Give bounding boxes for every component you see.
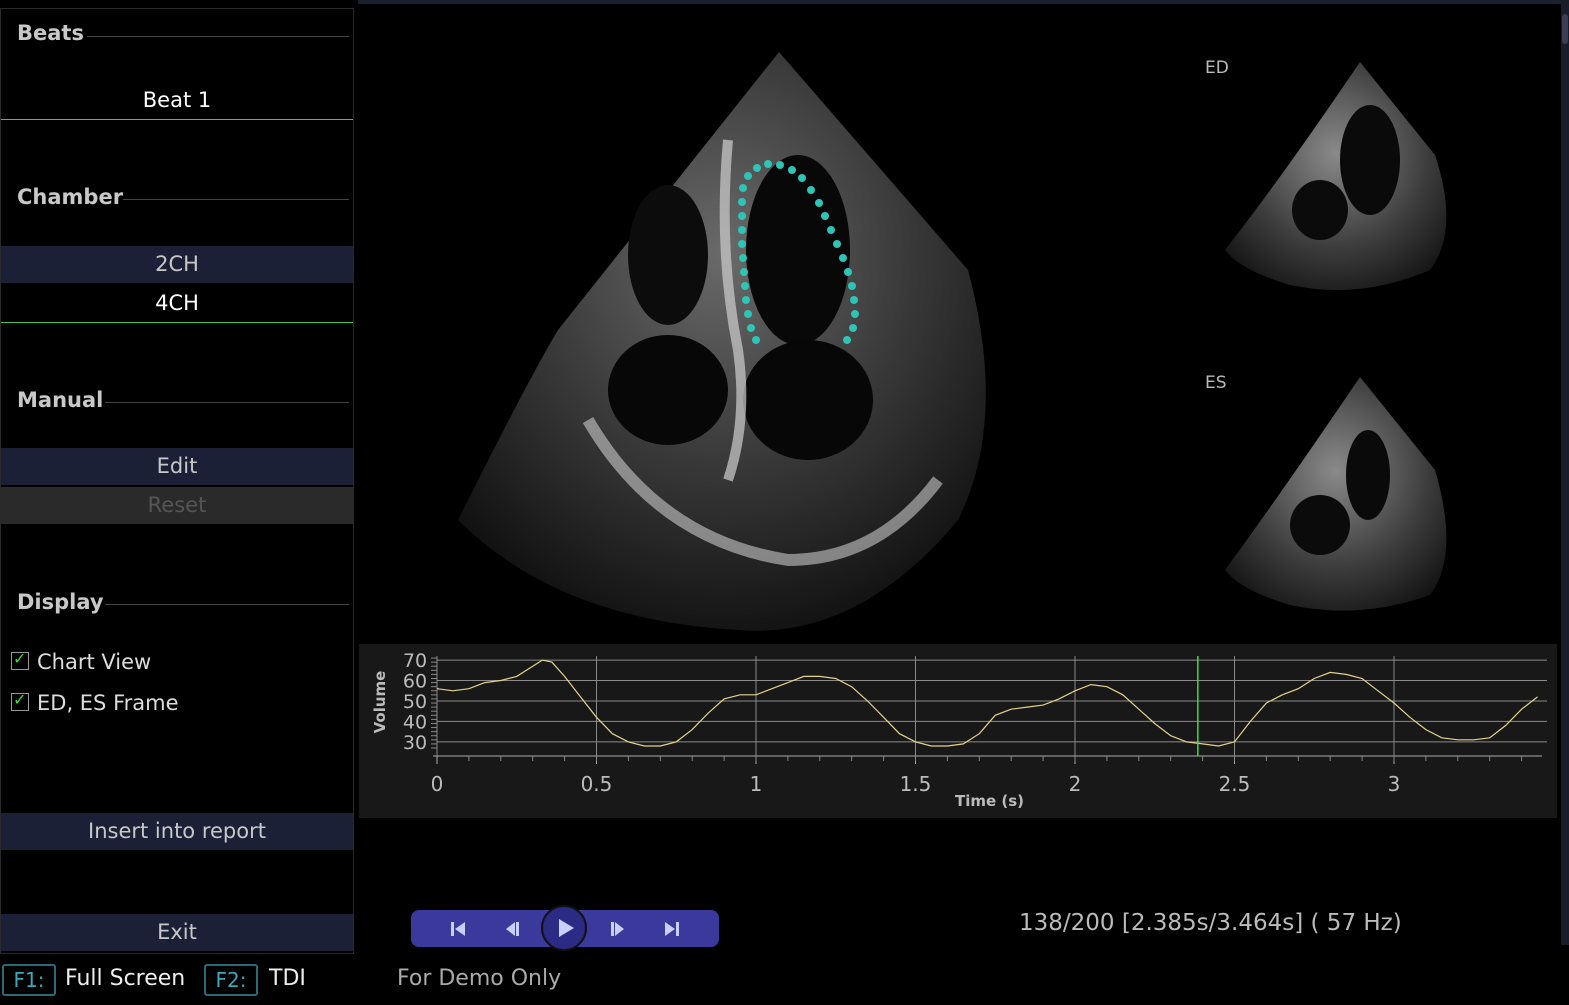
es-atrium: [1290, 495, 1350, 555]
x-tick-label: 2.5: [1219, 772, 1251, 796]
ed-sector-shape: [1225, 62, 1447, 290]
x-tick-label: 0.5: [581, 772, 613, 796]
next-frame-icon[interactable]: [607, 918, 629, 940]
chamber-4ch-option[interactable]: 4CH: [1, 285, 353, 323]
f2-key[interactable]: F2:: [204, 964, 258, 996]
chamber-section-title: Chamber: [17, 185, 124, 209]
beat-1-option[interactable]: Beat 1: [1, 82, 353, 120]
scrollbar[interactable]: [1561, 0, 1569, 945]
x-tick-label: 2: [1069, 772, 1082, 796]
y-axis-label: Volume: [371, 671, 389, 734]
insert-into-report-button[interactable]: Insert into report: [1, 813, 353, 850]
volume-chart-panel: 30 40 50 60 70 0 0.5 1 1.5 2 2.5 3 Volume Time (s): [359, 644, 1557, 818]
chart-view-label: Chart View: [37, 650, 152, 674]
x-tick-label: 1: [750, 772, 763, 796]
x-axis-label: Time (s): [955, 792, 1024, 810]
right-atrium: [608, 335, 728, 445]
beats-divider: [87, 36, 349, 37]
checkbox-checked-icon[interactable]: ✓: [11, 690, 29, 711]
ed-es-frame-checkbox[interactable]: ✓ ED, ES Frame: [11, 690, 179, 715]
play-icon: [559, 919, 574, 937]
playback-bar: [411, 905, 719, 951]
chart-view-checkbox[interactable]: ✓ Chart View: [11, 649, 152, 674]
sidebar-panel: Beats Beat 1 Chamber 2CH 4CH Manual Edit…: [0, 8, 354, 954]
ed-lv: [1340, 105, 1400, 215]
last-frame-icon[interactable]: [661, 918, 683, 940]
y-tick-label: 60: [403, 671, 427, 693]
edit-button[interactable]: Edit: [1, 448, 353, 485]
tdi-label[interactable]: TDI: [269, 966, 306, 991]
checkbox-checked-icon[interactable]: ✓: [11, 649, 29, 670]
right-ventricle: [628, 185, 708, 325]
demo-notice: For Demo Only: [397, 966, 562, 991]
x-tick-label: 3: [1388, 772, 1401, 796]
y-tick-label: 30: [403, 732, 427, 754]
full-screen-label[interactable]: Full Screen: [65, 966, 185, 991]
ed-es-frame-label: ED, ES Frame: [37, 691, 179, 715]
beats-section-title: Beats: [17, 21, 84, 45]
ed-echo-view: [1225, 62, 1447, 290]
manual-section-title: Manual: [17, 388, 104, 412]
x-tick-label: 0: [431, 772, 444, 796]
chamber-2ch-option[interactable]: 2CH: [1, 246, 353, 283]
y-tick-label: 50: [403, 691, 427, 713]
y-tick-label: 70: [403, 650, 427, 672]
es-echo-view: [1225, 377, 1447, 611]
es-lv: [1346, 430, 1390, 520]
f1-key[interactable]: F1:: [2, 964, 56, 996]
manual-divider: [105, 402, 349, 403]
chamber-divider: [123, 199, 349, 200]
x-tick-label: 1.5: [900, 772, 932, 796]
play-button[interactable]: [541, 905, 587, 951]
reset-button[interactable]: Reset: [1, 487, 353, 524]
y-tick-label: 40: [403, 711, 427, 733]
volume-chart[interactable]: 3040506070 0 0.5 1 1.5 2 2.5 3 Volume Time (s): [359, 644, 1557, 818]
previous-frame-icon[interactable]: [501, 918, 523, 940]
ed-atrium: [1292, 180, 1348, 240]
es-sector-shape: [1225, 377, 1447, 611]
left-atrium: [743, 340, 873, 460]
display-section-title: Display: [17, 590, 104, 614]
scrollbar-thumb[interactable]: [1562, 14, 1568, 44]
exit-button[interactable]: Exit: [1, 914, 353, 951]
display-divider: [105, 604, 349, 605]
first-frame-icon[interactable]: [447, 918, 469, 940]
left-ventricle: [746, 155, 850, 345]
frame-info-readout: 138/200 [2.385s/3.464s] ( 57 Hz): [1019, 910, 1402, 936]
volume-curve: [436, 659, 1538, 747]
